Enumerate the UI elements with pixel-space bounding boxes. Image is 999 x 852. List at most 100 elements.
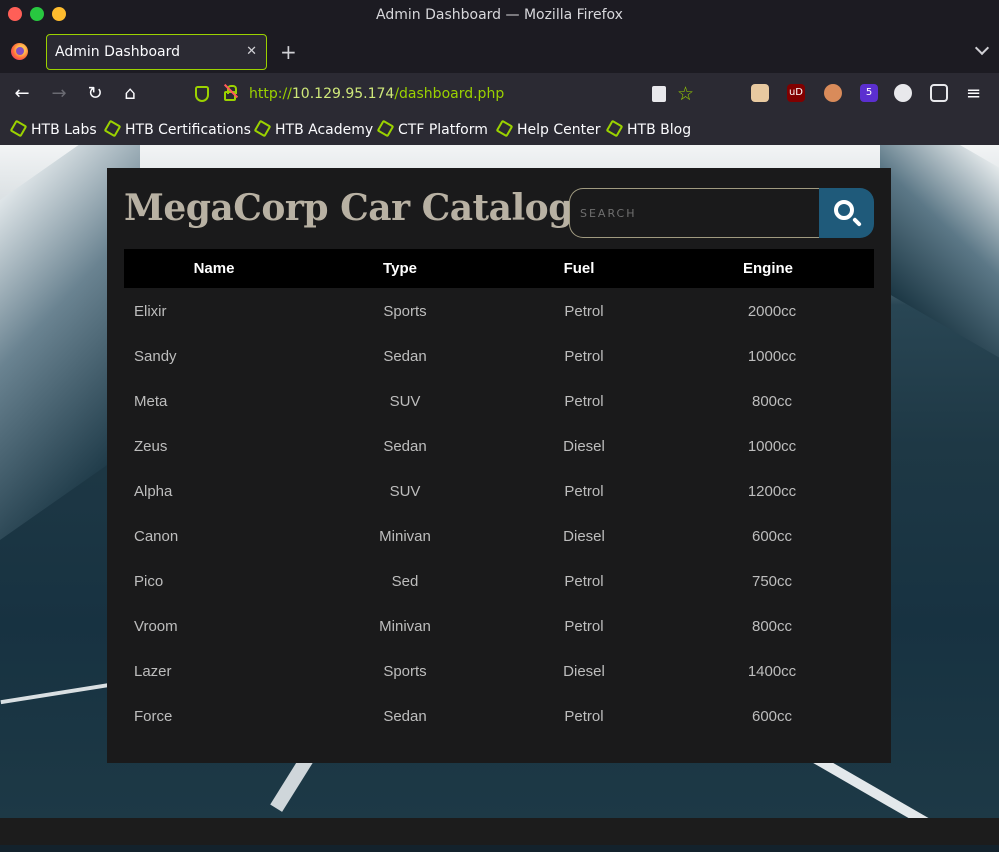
bookmark-help-center[interactable]: Help Center [495,115,601,145]
url-scheme: http:// [249,86,292,102]
cell-engine: 1400cc [747,663,797,680]
table-header: Name Type Fuel Engine [124,249,874,288]
cookie-icon[interactable] [894,84,912,102]
cell-engine: 600cc [751,708,793,725]
cell-fuel: Diesel [563,528,605,545]
cell-engine: 600cc [751,528,793,545]
cell-name: Elixir [134,303,167,320]
table-row: Elixir Sports Petrol 2000cc [124,288,874,333]
cell-name: Meta [134,393,168,410]
close-tab-icon[interactable]: ✕ [246,35,257,69]
bookmark-label: HTB Blog [627,122,692,138]
car-table: Name Type Fuel Engine Elixir Sports Petrol… [124,249,874,738]
cell-fuel: Petrol [564,573,604,590]
cell-fuel: Petrol [564,348,604,365]
cell-name: Zeus [134,438,168,455]
page-title: MegaCorp Car Catalogue [124,187,621,229]
bookmark-htb-labs[interactable]: HTB Labs [9,115,97,145]
bookmark-htb-academy[interactable]: HTB Academy [253,115,374,145]
cell-fuel: Petrol [564,303,604,320]
bookmark-label: Help Center [517,122,601,138]
url-text[interactable]: http://10.129.95.174/dashboard.php [249,78,504,110]
cell-name: Canon [134,528,179,545]
cell-engine: 1000cc [747,438,797,455]
cell-fuel: Diesel [563,438,605,455]
window-title: Admin Dashboard — Mozilla Firefox [376,7,623,23]
window-titlebar: Admin Dashboard — Mozilla Firefox [0,0,999,31]
cell-engine: 800cc [751,618,793,635]
cell-type: SUV [389,393,421,410]
search-button[interactable] [819,188,874,238]
cell-name: Force [134,708,173,725]
table-row: Zeus Sedan Diesel 1000cc [124,423,874,468]
bookmark-star-icon[interactable]: ☆ [677,82,694,106]
hamburger-menu-icon[interactable]: ≡ [966,84,981,104]
cell-name: Alpha [134,483,173,500]
cell-fuel: Diesel [563,663,605,680]
table-row: Vroom Minivan Petrol 800cc [124,603,874,648]
bookmark-ctf-platform[interactable]: CTF Platform [376,115,488,145]
cookie-stop-icon[interactable] [824,84,842,102]
column-header-type[interactable]: Type [350,249,450,288]
cell-fuel: Petrol [564,483,604,500]
column-header-engine[interactable]: Engine [718,249,818,288]
bookmark-htb-certifications[interactable]: HTB Certifications [103,115,251,145]
reload-button[interactable]: ↻ [83,82,107,106]
cell-name: Sandy [134,348,177,365]
cell-engine: 800cc [751,393,793,410]
column-header-name[interactable]: Name [164,249,264,288]
cell-engine: 2000cc [747,303,797,320]
cube-icon [253,119,272,138]
table-body: Elixir Sports Petrol 2000cc Sandy Sedan Petro… [124,288,874,738]
navigation-bar: ← → ↻ ⌂ http://10.129.95.174/dashboard.p… [0,73,999,115]
chevron-down-icon[interactable] [974,40,990,56]
bookmark-label: HTB Certifications [125,122,251,138]
cell-engine: 1000cc [747,348,797,365]
back-button[interactable]: ← [10,82,34,106]
bookmark-htb-blog[interactable]: HTB Blog [605,115,692,145]
tab-bar: Admin Dashboard ✕ + [0,31,999,73]
home-button[interactable]: ⌂ [118,82,142,106]
url-path: /dashboard.php [394,86,505,102]
bookmark-label: CTF Platform [398,122,488,138]
forward-button[interactable]: → [47,82,71,106]
table-row: Pico Sed Petrol 750cc [124,558,874,603]
search-input[interactable] [569,188,819,238]
bookmark-label: HTB Academy [275,122,374,138]
cell-engine: 750cc [751,573,793,590]
taskbar-strip [0,845,999,852]
page-viewport: MegaCorp Car Catalogue Name Type Fuel En… [0,145,999,818]
cell-engine: 1200cc [747,483,797,500]
hack-extension-icon[interactable]: 5 [860,84,878,102]
background-mountain [880,145,999,382]
search-icon [834,200,854,220]
column-header-fuel[interactable]: Fuel [529,249,629,288]
cell-name: Vroom [134,618,178,635]
cell-type: Sedan [383,438,427,455]
table-row: Sandy Sedan Petrol 1000cc [124,333,874,378]
new-tab-button[interactable]: + [280,38,297,66]
reader-view-icon[interactable] [652,86,666,102]
cell-type: Sports [383,303,427,320]
table-row: Canon Minivan Diesel 600cc [124,513,874,558]
tab-admin-dashboard[interactable]: Admin Dashboard ✕ [46,34,267,70]
cube-icon [605,119,624,138]
cell-type: SUV [389,483,421,500]
cube-icon [103,119,122,138]
cube-icon [9,119,28,138]
cell-fuel: Petrol [564,393,604,410]
tracking-shield-icon[interactable] [195,86,209,102]
address-bar[interactable]: http://10.129.95.174/dashboard.php [190,78,710,110]
puzzle-extensions-icon[interactable] [930,84,948,102]
table-row: Force Sedan Petrol 600cc [124,693,874,738]
bookmark-label: HTB Labs [31,122,97,138]
table-row: Alpha SUV Petrol 1200cc [124,468,874,513]
cell-name: Lazer [134,663,172,680]
catalogue-panel: MegaCorp Car Catalogue Name Type Fuel En… [107,168,891,763]
cell-type: Minivan [379,618,431,635]
cell-type: Sedan [383,348,427,365]
url-host: 10.129.95.174 [291,86,395,102]
ublock-icon[interactable]: uD [787,84,805,102]
cookie-face-icon[interactable] [751,84,769,102]
cell-type: Sedan [383,708,427,725]
